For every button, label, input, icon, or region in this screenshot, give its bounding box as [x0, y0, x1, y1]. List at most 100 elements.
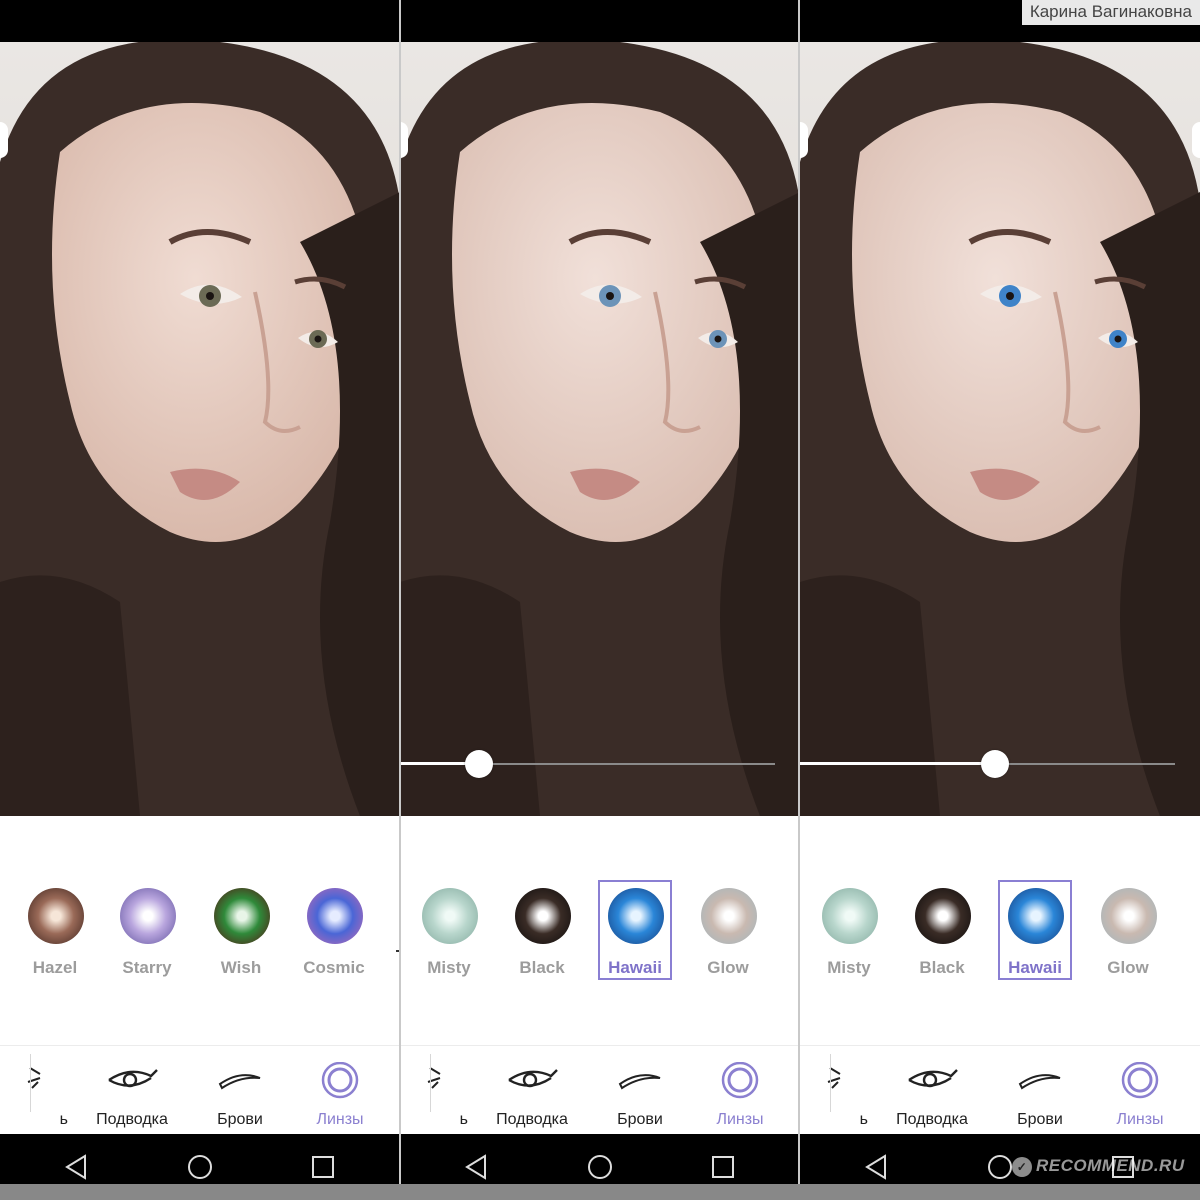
lens-carousel: Misty Black Hawaii Glow [400, 870, 800, 990]
watermark: ✓ RECOMMEND.RU [1012, 1156, 1185, 1182]
photo-preview [0, 42, 400, 816]
lens-option-selected[interactable]: Hawaii [998, 880, 1072, 980]
tool-partial[interactable]: ь [400, 1046, 468, 1134]
tool-divider [430, 1054, 431, 1112]
lens-swatch-icon [307, 888, 363, 944]
lens-icon [1090, 1062, 1190, 1099]
tool-label: Подводка [496, 1111, 568, 1128]
lens-name: Hazel [32, 958, 78, 977]
tool-divider [30, 1054, 31, 1112]
tool-label: Брови [617, 1111, 663, 1128]
makeup-toolbar: ь Подводка Брови Линзы [0, 1046, 400, 1134]
lens-swatch-icon [515, 888, 571, 944]
lens-option-selected[interactable]: Hawaii [598, 880, 672, 980]
slider-thumb[interactable] [981, 750, 1009, 778]
lens-swatch-icon [915, 888, 971, 944]
tool-eyeliner[interactable]: Подводка [482, 1046, 582, 1134]
lens-name: Cosmic [303, 958, 365, 977]
tool-lenses[interactable]: Линзы [1090, 1046, 1190, 1134]
lens-name: Misty [827, 958, 871, 977]
watermark-logo-icon: ✓ [1012, 1156, 1032, 1177]
tool-label: ь [59, 1111, 68, 1128]
slider-fill [800, 762, 995, 765]
tool-brows[interactable]: Брови [590, 1046, 690, 1134]
lens-swatch-icon [120, 888, 176, 944]
tool-label: Линзы [716, 1111, 764, 1128]
recents-icon[interactable] [708, 1152, 738, 1182]
lens-option[interactable]: Black [905, 880, 979, 980]
tool-lenses[interactable]: Линзы [690, 1046, 790, 1134]
intensity-slider[interactable] [400, 750, 775, 778]
photo-preview [800, 42, 1200, 816]
tool-partial[interactable]: ь [0, 1046, 68, 1134]
lens-name: Hawaii [608, 958, 662, 977]
intensity-slider[interactable] [800, 750, 1175, 778]
panel-divider [798, 0, 800, 1200]
home-icon[interactable] [185, 1152, 215, 1182]
makeup-toolbar: ь Подводка Брови Линзы [800, 1046, 1200, 1134]
portrait-photo [800, 42, 1200, 816]
lens-option[interactable]: Cosmic [297, 880, 371, 980]
compare-handle[interactable] [400, 122, 408, 158]
lens-option[interactable]: Glow [691, 880, 765, 980]
lens-name: Starry [122, 958, 172, 977]
lens-option[interactable]: Wish [204, 880, 278, 980]
slider-thumb[interactable] [465, 750, 493, 778]
lens-option[interactable]: Hazel [18, 880, 92, 980]
photo-preview [400, 42, 800, 816]
back-icon[interactable] [461, 1152, 491, 1182]
lens-swatch-icon [1008, 888, 1064, 944]
makeup-toolbar: ь Подводка Брови Линзы [400, 1046, 800, 1134]
lens-name: Glow [707, 958, 749, 977]
lens-icon [290, 1062, 390, 1099]
tool-label: Брови [217, 1111, 263, 1128]
tool-label: Подводка [96, 1111, 168, 1128]
watermark-text: RECOMMEND.RU [1036, 1156, 1185, 1175]
eyebrow-icon [990, 1062, 1090, 1096]
tool-partial[interactable]: ь [800, 1046, 868, 1134]
back-icon[interactable] [61, 1152, 91, 1182]
tool-brows[interactable]: Брови [990, 1046, 1090, 1134]
tool-brows[interactable]: Брови [190, 1046, 290, 1134]
eyebrow-icon [190, 1062, 290, 1096]
tool-label: Линзы [316, 1111, 364, 1128]
lens-swatch-icon [422, 888, 478, 944]
tool-label: Линзы [1116, 1111, 1164, 1128]
lens-option[interactable]: Glow [1091, 880, 1165, 980]
portrait-photo [400, 42, 800, 816]
eyeliner-icon [82, 1062, 182, 1096]
lens-swatch-icon [1101, 888, 1157, 944]
lens-option[interactable]: Misty [412, 880, 486, 980]
panel-divider [399, 0, 401, 1200]
lens-name: Black [519, 958, 565, 977]
back-icon[interactable] [861, 1152, 891, 1182]
portrait-photo [0, 42, 400, 816]
home-icon[interactable] [585, 1152, 615, 1182]
lens-option[interactable]: Black [505, 880, 579, 980]
tool-lenses[interactable]: Линзы [290, 1046, 390, 1134]
editor-screen-3: Misty Black Hawaii Glow ь Подводка Брови… [800, 0, 1200, 1200]
lens-carousel: Misty Black Hawaii Glow [800, 870, 1200, 990]
lens-option[interactable]: Misty [812, 880, 886, 980]
compare-handle-right[interactable] [1192, 122, 1200, 158]
tool-eyeliner[interactable]: Подводка [882, 1046, 982, 1134]
lens-name: Black [919, 958, 965, 977]
status-bar [0, 0, 400, 42]
tool-label: Подводка [896, 1111, 968, 1128]
tool-divider [830, 1054, 831, 1112]
tool-label: ь [859, 1111, 868, 1128]
compare-handle[interactable] [800, 122, 808, 158]
lens-swatch-icon [28, 888, 84, 944]
lens-option[interactable]: Starry [110, 880, 184, 980]
lens-name: Wish [220, 958, 262, 977]
compare-handle[interactable] [0, 122, 8, 158]
home-icon[interactable] [985, 1152, 1015, 1182]
tool-eyeliner[interactable]: Подводка [82, 1046, 182, 1134]
lens-swatch-icon [701, 888, 757, 944]
author-caption: Карина Вагинаковна [1021, 0, 1200, 25]
tool-label: Брови [1017, 1111, 1063, 1128]
recents-icon[interactable] [308, 1152, 338, 1182]
lens-icon [690, 1062, 790, 1099]
lens-carousel: Hazel Starry Wish Cosmic [0, 870, 400, 990]
editor-screen-1: Hazel Starry Wish Cosmic ь Подводка Бров… [0, 0, 400, 1200]
